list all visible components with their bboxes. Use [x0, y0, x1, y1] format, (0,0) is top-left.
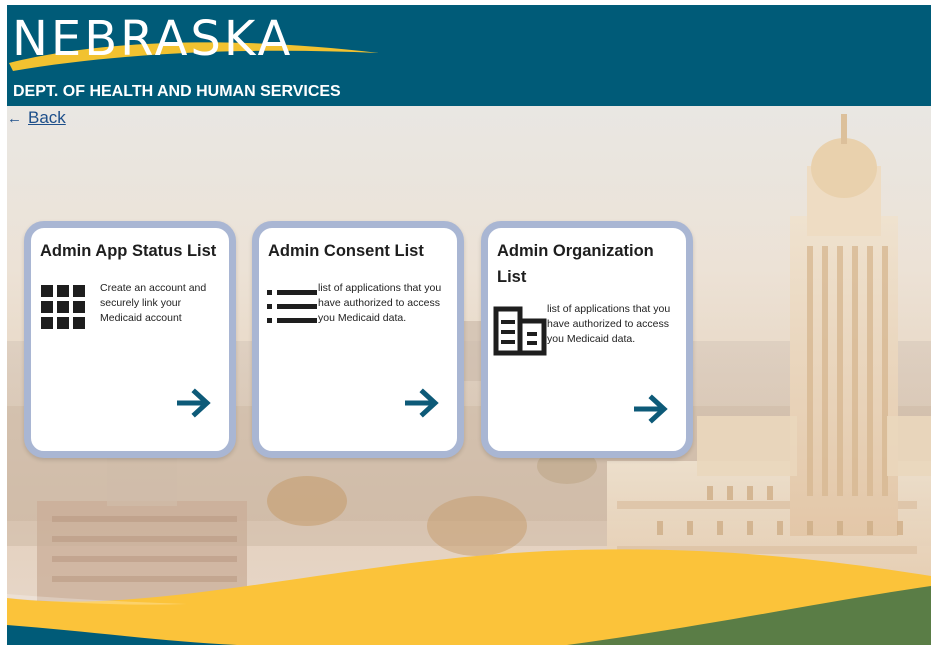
list-icon — [267, 290, 317, 323]
arrow-left-icon: ← — [7, 109, 22, 127]
card-title: Admin Consent List — [268, 242, 424, 260]
card-description: Create an account and securely link your… — [100, 282, 207, 324]
card-admin-organization[interactable]: Admin Organization List list of applicat… — [481, 221, 693, 458]
site-header: NEBRASKA DEPT. OF HEALTH AND HUMAN SERVI… — [7, 5, 931, 106]
arrow-right-icon[interactable] — [177, 388, 213, 418]
page-frame: NEBRASKA DEPT. OF HEALTH AND HUMAN SERVI… — [7, 5, 931, 645]
department-name: DEPT. OF HEALTH AND HUMAN SERVICES — [13, 83, 341, 100]
back-link[interactable]: ← Back — [7, 108, 66, 128]
arrow-right-icon[interactable] — [405, 388, 441, 418]
arrow-right-icon[interactable] — [634, 394, 670, 424]
building-icon — [493, 306, 547, 356]
logo-text: NEBRASKA — [12, 11, 294, 67]
card-description: list of applications that you have autho… — [547, 303, 671, 345]
back-link-label[interactable]: Back — [28, 108, 66, 128]
card-title: Admin App Status List — [40, 242, 217, 260]
card-admin-consent[interactable]: Admin Consent List list of applications … — [252, 221, 464, 458]
card-title: Admin Organization List — [497, 242, 654, 286]
card-admin-app-status[interactable]: Admin App Status List Create an account … — [24, 221, 236, 458]
grid-icon — [41, 285, 85, 329]
card-description: list of applications that you have autho… — [318, 282, 442, 324]
